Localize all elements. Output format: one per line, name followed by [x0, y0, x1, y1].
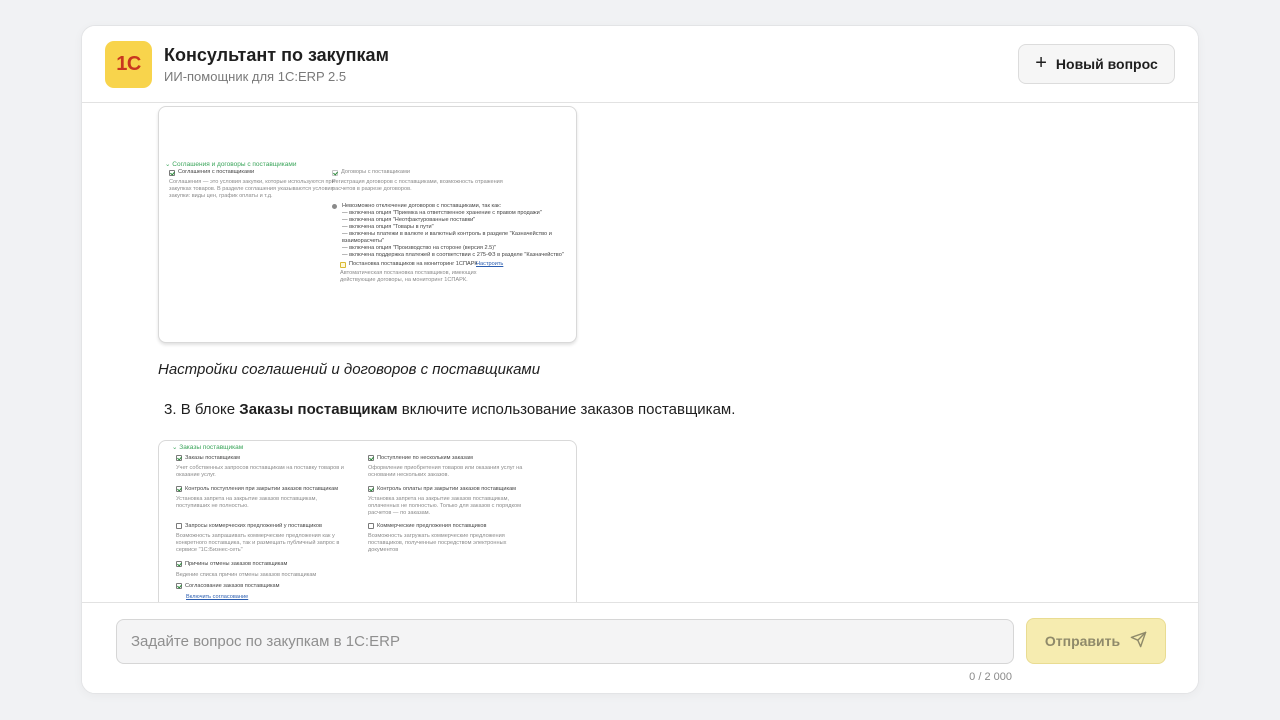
info-icon: [332, 204, 337, 209]
rfq-label: Запросы коммерческих предложений у поста…: [185, 523, 322, 529]
offers-desc: документов: [368, 547, 399, 553]
warning-title: Невозможно отключение договоров с постав…: [342, 203, 502, 209]
warning-line: взаиморасчеты": [342, 238, 385, 244]
section-title: ⌄ Соглашения и договоры с поставщиками: [165, 161, 297, 168]
offers-desc: поставщиков, полученные посредством элек…: [368, 540, 507, 546]
warning-line: — включена опция "Неотфактурованные пост…: [342, 217, 476, 223]
offers-checkbox[interactable]: [368, 523, 374, 529]
control-payment-desc: Установка запрета на закрытие заказов по…: [368, 496, 510, 502]
new-question-label: Новый вопрос: [1055, 56, 1158, 72]
monitoring-settings-link[interactable]: Настроить: [476, 261, 503, 268]
approval-checkbox[interactable]: [176, 583, 182, 589]
section-title: ⌄ Заказы поставщикам: [172, 444, 244, 451]
cancel-reasons-label: Причины отмены заказов поставщикам: [185, 561, 288, 567]
page-title: Консультант по закупкам: [164, 45, 389, 65]
receipt-multi-label: Поступление по нескольким заказам: [377, 455, 473, 461]
screenshot-supplier-orders-settings: ⌄ Заказы поставщикам Заказы поставщикам …: [158, 440, 577, 602]
step-number: 3.: [164, 401, 177, 418]
orders-desc: оказание услуг.: [176, 472, 216, 478]
rfq-desc: конкретного поставщика, так и размещать …: [176, 540, 340, 546]
contracts-desc: расчетов в разрезе договоров.: [332, 186, 412, 192]
warning-line: — включена опция "Товары в пути": [342, 224, 434, 230]
orders-checkbox[interactable]: [176, 455, 182, 461]
rfq-checkbox[interactable]: [176, 523, 182, 529]
instruction-step: 3. В блоке Заказы поставщикам включите и…: [164, 401, 735, 418]
question-input[interactable]: [116, 619, 1014, 664]
receipt-multi-checkbox[interactable]: [368, 455, 374, 461]
monitoring-checkbox[interactable]: [340, 262, 346, 268]
warning-line: — включена опция "Производство на сторон…: [342, 245, 497, 251]
step-text: В блоке: [180, 401, 236, 418]
page-subtitle: ИИ-помощник для 1С:ERP 2.5: [164, 69, 347, 84]
step-bold: Заказы поставщикам: [239, 401, 398, 418]
monitoring-desc: Автоматическая постановка поставщиков, и…: [340, 270, 477, 276]
send-label: Отправить: [1044, 633, 1121, 649]
monitoring-label: Постановка поставщиков на мониторинг 1СП…: [349, 261, 478, 267]
control-payment-checkbox[interactable]: [368, 486, 374, 492]
approval-label: Согласование заказов поставщикам: [185, 583, 280, 589]
receipt-multi-desc: основании нескольких заказов.: [368, 472, 450, 478]
chat-window: 1С Консультант по закупкам ИИ-помощник д…: [81, 25, 1199, 694]
orders-desc: Учет собственных запросов поставщикам на…: [176, 465, 344, 471]
enable-approval-link[interactable]: Включить согласование: [186, 594, 248, 601]
agreements-desc: закупках товаров. В разделе соглашения у…: [169, 186, 334, 192]
control-receipt-checkbox[interactable]: [176, 486, 182, 492]
offers-desc: Возможность загружать коммерческие предл…: [368, 533, 505, 539]
character-counter: 0 / 2 000: [969, 671, 1012, 683]
app-logo: 1С: [105, 41, 152, 88]
warning-line: — включена опция "Приемка на ответственн…: [342, 210, 542, 216]
control-receipt-label: Контроль поступления при закрытии заказо…: [185, 486, 339, 492]
contracts-checkbox[interactable]: [332, 170, 338, 176]
step-text: включите использование заказов поставщик…: [401, 401, 736, 418]
warning-line: — включена поддержка платежей в соответс…: [342, 252, 564, 258]
agreements-checkbox[interactable]: [169, 170, 175, 176]
new-question-button[interactable]: + Новый вопрос: [1018, 44, 1175, 84]
agreements-label: Соглашения с поставщиками: [178, 169, 255, 175]
control-payment-desc: оплаченных не полностью. Только для зака…: [368, 503, 521, 509]
control-payment-label: Контроль оплаты при закрытии заказов пос…: [377, 486, 517, 492]
monitoring-desc: действующие договоры, на мониторинг 1СПА…: [340, 277, 468, 283]
screenshot-agreements-settings: ⌄ Соглашения и договоры с поставщиками С…: [158, 106, 577, 343]
orders-label: Заказы поставщикам: [185, 455, 241, 461]
contracts-desc: Регистрация договоров с поставщиками, во…: [332, 179, 503, 185]
rfq-desc: сервисе "1С:Бизнес-сеть": [176, 547, 243, 553]
paper-plane-icon: [1130, 631, 1147, 651]
warning-line: — включены платежи в валюте и валютный к…: [342, 231, 552, 237]
chat-header: 1С Консультант по закупкам ИИ-помощник д…: [82, 26, 1198, 103]
agreements-desc: закупки: виды цен, график оплаты и т.д.: [169, 193, 273, 199]
plus-icon: +: [1035, 52, 1047, 74]
control-receipt-desc: Установка запрета на закрытие заказов по…: [176, 496, 318, 502]
composer: Отправить 0 / 2 000: [82, 602, 1198, 693]
contracts-label: Договоры с поставщиками: [341, 169, 410, 175]
agreements-desc: Соглашения — это условия закупки, которы…: [169, 179, 335, 185]
image-caption: Настройки соглашений и договоров с поста…: [158, 361, 541, 378]
receipt-multi-desc: Оформление приобретения товаров или оказ…: [368, 465, 523, 471]
send-button[interactable]: Отправить: [1026, 618, 1166, 664]
control-payment-desc: расчетов — по заказам.: [368, 510, 431, 516]
offers-label: Коммерческие предложения поставщиков: [377, 523, 487, 529]
message-area[interactable]: ⌄ Соглашения и договоры с поставщиками С…: [82, 104, 1198, 602]
cancel-reasons-desc: Ведение списка причин отмены заказов пос…: [176, 572, 317, 578]
rfq-desc: Возможность запрашивать коммерческие пре…: [176, 533, 335, 539]
cancel-reasons-checkbox[interactable]: [176, 561, 182, 567]
control-receipt-desc: поступивших не полностью.: [176, 503, 249, 509]
